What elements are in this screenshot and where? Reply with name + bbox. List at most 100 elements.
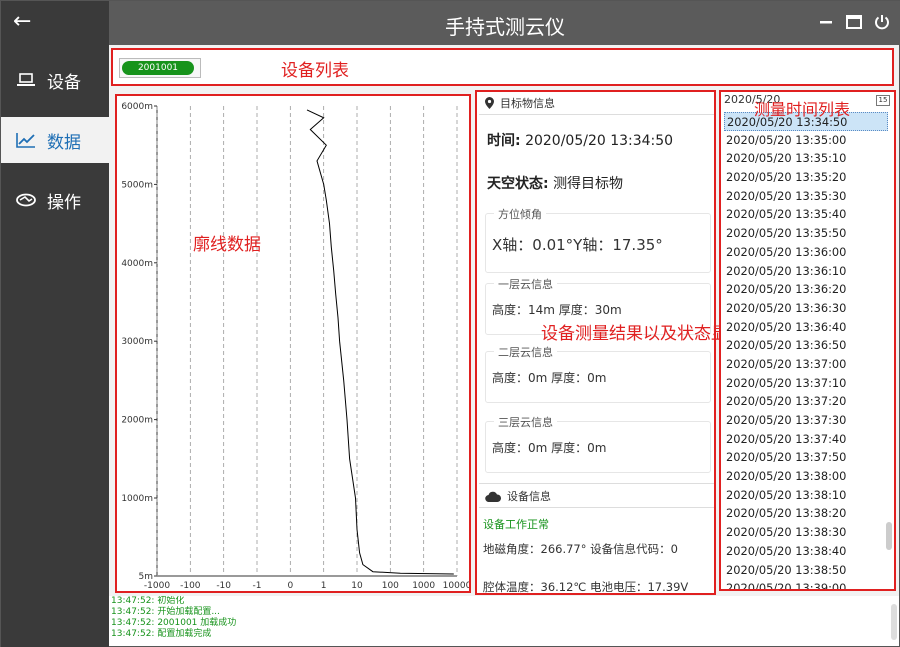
x-tick-label: 1 bbox=[321, 581, 327, 591]
cloud-layer-3-group: 三层云信息 高度：0m 厚度：0m bbox=[485, 414, 711, 473]
time-list-item[interactable]: 2020/05/20 13:37:40 bbox=[724, 430, 888, 449]
divider bbox=[479, 483, 714, 484]
x-tick-label: 10000 bbox=[443, 581, 469, 591]
temperature-voltage: 腔体温度：36.12℃ 电池电压：17.39V bbox=[483, 580, 689, 594]
time-list: 2020/05/20 13:34:50 2020/05/20 13:35:00 20… bbox=[724, 112, 888, 589]
attitude-value: X轴：0.01°Y轴：17.35° bbox=[492, 236, 663, 254]
time-list-item[interactable]: 2020/05/20 13:38:00 bbox=[724, 467, 888, 486]
measure-time: 时间: 2020/05/20 13:34:50 bbox=[487, 130, 673, 150]
log-lines: 13:47:52: 初始化 13:47:52: 开始加载配置... 13:47:52… bbox=[109, 596, 899, 640]
log-line: 13:47:52: 配置加载完成 bbox=[111, 629, 212, 639]
handshake-icon bbox=[15, 191, 37, 209]
result-annotation: 设备测量结果以及状态显示 bbox=[541, 324, 745, 344]
time-list-item[interactable]: 2020/05/20 13:38:50 bbox=[724, 561, 888, 580]
back-button[interactable]: ← bbox=[13, 9, 43, 35]
location-pin-icon bbox=[485, 97, 494, 109]
divider bbox=[479, 507, 714, 508]
log-line: 13:47:52: 2001001 加载成功 bbox=[111, 618, 237, 628]
sidebar-item-label: 数据 bbox=[47, 132, 81, 153]
cloud-layer-title: 三层云信息 bbox=[494, 414, 557, 430]
x-tick-label: 1000 bbox=[412, 581, 435, 591]
log-line: 13:47:52: 开始加载配置... bbox=[111, 607, 220, 617]
cloud-layer-title: 一层云信息 bbox=[494, 276, 557, 292]
chart-line-icon bbox=[15, 131, 37, 149]
cloud-layer-title: 二层云信息 bbox=[494, 344, 557, 360]
sidebar-item-operation[interactable]: 操作 bbox=[1, 177, 109, 223]
time-list-item[interactable]: 2020/05/20 13:38:40 bbox=[724, 542, 888, 561]
x-tick-label: -1 bbox=[253, 581, 262, 591]
cloud-icon bbox=[485, 491, 501, 502]
sidebar-item-label: 操作 bbox=[47, 192, 81, 213]
time-label: 时间: bbox=[487, 133, 521, 149]
time-list-item[interactable]: 2020/05/20 13:36:30 bbox=[724, 299, 888, 318]
app-title: 手持式测云仪 bbox=[445, 15, 565, 39]
power-icon[interactable] bbox=[873, 13, 891, 31]
cloud-layer-value: 高度：14m 厚度：30m bbox=[492, 303, 622, 317]
time-list-item[interactable]: 2020/05/20 13:35:10 bbox=[724, 149, 888, 168]
log-line: 13:47:52: 初始化 bbox=[111, 596, 185, 606]
attitude-title: 方位倾角 bbox=[494, 206, 546, 222]
cloud-layer-2-group: 二层云信息 高度：0m 厚度：0m bbox=[485, 344, 711, 403]
time-list-item[interactable]: 2020/05/20 13:35:20 bbox=[724, 168, 888, 187]
minimize-icon[interactable] bbox=[817, 13, 835, 31]
time-list-item[interactable]: 2020/05/20 13:38:20 bbox=[724, 504, 888, 523]
calendar-icon[interactable]: 15 bbox=[876, 95, 890, 106]
device-status: 设备工作正常 bbox=[483, 518, 549, 531]
sidebar-item-label: 设备 bbox=[47, 72, 81, 93]
y-tick-label: 3000m bbox=[121, 337, 153, 347]
log-panel: 13:47:52: 初始化 13:47:52: 开始加载配置... 13:47:52… bbox=[109, 596, 899, 646]
x-tick-label: 0 bbox=[287, 581, 293, 591]
attitude-group: 方位倾角 X轴：0.01°Y轴：17.35° bbox=[485, 206, 711, 273]
y-tick-label: 5m bbox=[139, 572, 154, 582]
y-tick-label: 6000m bbox=[121, 102, 153, 112]
time-list-item[interactable]: 2020/05/20 13:35:50 bbox=[724, 224, 888, 243]
x-tick-label: -1000 bbox=[144, 581, 170, 591]
sky-value: 测得目标物 bbox=[553, 176, 624, 192]
time-list-item[interactable]: 2020/05/20 13:35:30 bbox=[724, 187, 888, 206]
sidebar-item-device[interactable]: 设备 bbox=[1, 57, 109, 103]
time-list-item[interactable]: 2020/05/20 13:37:10 bbox=[724, 374, 888, 393]
device-id: 2001001 bbox=[122, 61, 194, 75]
scrollbar[interactable] bbox=[886, 522, 892, 550]
scrollbar[interactable] bbox=[891, 604, 897, 640]
time-list-item[interactable]: 2020/05/20 13:39:00 bbox=[724, 579, 888, 589]
device-list-annotation: 设备列表 bbox=[281, 61, 349, 81]
profile-annotation: 廓线数据 bbox=[193, 235, 261, 255]
time-list-item[interactable]: 2020/05/20 13:36:20 bbox=[724, 280, 888, 299]
cloud-layer-value: 高度：0m 厚度：0m bbox=[492, 441, 607, 455]
time-list-item[interactable]: 2020/05/20 13:36:40 bbox=[724, 318, 888, 337]
y-tick-label: 1000m bbox=[121, 494, 153, 504]
time-list-item[interactable]: 2020/05/20 13:36:50 bbox=[724, 336, 888, 355]
app-window: ← 设备 数据 操作 手持式测云仪 2001001 设备列表 -1000 -10… bbox=[0, 0, 900, 647]
time-list-annotation: 测量时间列表 bbox=[754, 100, 851, 119]
time-list-item[interactable]: 2020/05/20 13:37:00 bbox=[724, 355, 888, 374]
time-list-item[interactable]: 2020/05/20 13:36:10 bbox=[724, 262, 888, 281]
back-arrow-icon: ← bbox=[13, 9, 32, 34]
cloud-layer-value: 高度：0m 厚度：0m bbox=[492, 371, 607, 385]
y-tick-label: 4000m bbox=[121, 259, 153, 269]
target-info-header: 目标物信息 bbox=[485, 94, 555, 112]
x-tick-label: -10 bbox=[216, 581, 231, 591]
maximize-icon[interactable] bbox=[845, 13, 863, 31]
time-value: 2020/05/20 13:34:50 bbox=[525, 133, 674, 149]
time-list-item[interactable]: 2020/05/20 13:35:00 bbox=[724, 131, 888, 150]
x-tick-label: 10 bbox=[351, 581, 363, 591]
time-list-item[interactable]: 2020/05/20 13:36:00 bbox=[724, 243, 888, 262]
target-info-title: 目标物信息 bbox=[500, 97, 555, 110]
sidebar-item-data[interactable]: 数据 bbox=[1, 117, 109, 163]
time-list-item[interactable]: 2020/05/20 13:37:50 bbox=[724, 448, 888, 467]
device-item[interactable]: 2001001 bbox=[119, 58, 201, 78]
profile-chart: -1000 -100 -10 -1 0 1 10 100 1000 100005m1000m200… bbox=[121, 102, 469, 591]
sky-status: 天空状态: 测得目标物 bbox=[487, 173, 623, 193]
profile-series-line bbox=[306, 109, 454, 575]
time-list-item[interactable]: 2020/05/20 13:37:30 bbox=[724, 411, 888, 430]
device-info-title: 设备信息 bbox=[507, 490, 551, 503]
time-list-item[interactable]: 2020/05/20 13:37:20 bbox=[724, 392, 888, 411]
time-list-item[interactable]: 2020/05/20 13:38:10 bbox=[724, 486, 888, 505]
device-list: 2001001 设备列表 bbox=[111, 48, 894, 86]
time-list-item[interactable]: 2020/05/20 13:38:30 bbox=[724, 523, 888, 542]
time-list-item[interactable]: 2020/05/20 13:35:40 bbox=[724, 205, 888, 224]
profile-chart-panel: -1000 -100 -10 -1 0 1 10 100 1000 10000 5m 1000m 200… bbox=[115, 94, 471, 593]
title-bar: 手持式测云仪 bbox=[109, 1, 900, 45]
sidebar: ← 设备 数据 操作 bbox=[1, 1, 109, 647]
